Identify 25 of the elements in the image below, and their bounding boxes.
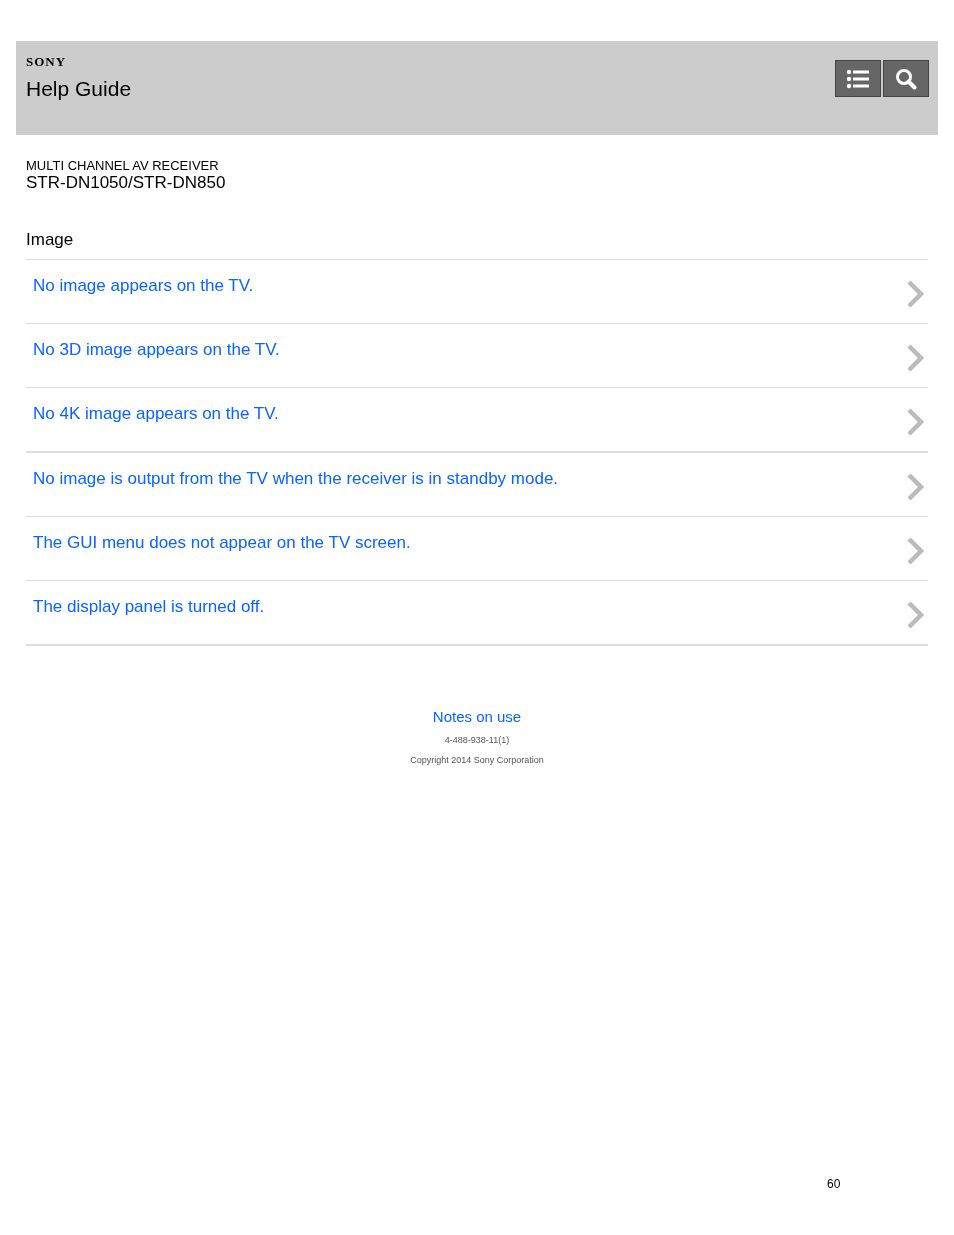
page-number: 60 (827, 1177, 841, 1191)
product-category: MULTI CHANNEL AV RECEIVER (26, 158, 220, 173)
chevron-icon (906, 535, 924, 566)
topic-link[interactable]: No 3D image appears on the TV. (33, 339, 280, 360)
section-title: Image (26, 230, 928, 260)
product-model: STR-DN1050/STR-DN850 (26, 173, 227, 193)
menu-button[interactable] (835, 60, 881, 97)
topic-link[interactable]: The GUI menu does not appear on the TV screen. (33, 532, 411, 553)
header-title: Help Guide (26, 77, 132, 101)
search-button[interactable] (883, 60, 929, 97)
chevron-icon (906, 406, 924, 437)
chevron-icon (906, 599, 924, 630)
chevron-icon (906, 342, 924, 373)
brand-logo: SONY (26, 55, 68, 69)
search-icon (895, 67, 917, 90)
topic-link[interactable]: No 4K image appears on the TV. (33, 403, 279, 424)
menu-icon (846, 68, 870, 89)
chevron-icon (906, 278, 924, 309)
copyright-text: Copyright 2014 Sony Corporation (410, 755, 544, 765)
notes-link[interactable]: Notes on use (432, 708, 522, 725)
topic-link[interactable]: No image is output from the TV when the receiver is in standby mode. (33, 468, 559, 489)
topic-link[interactable]: No image appears on the TV. (33, 275, 254, 296)
topic-link[interactable]: The display panel is turned off. (33, 596, 265, 617)
chevron-icon (906, 471, 924, 502)
document-code: 4-488-938-11(1) (444, 735, 510, 745)
